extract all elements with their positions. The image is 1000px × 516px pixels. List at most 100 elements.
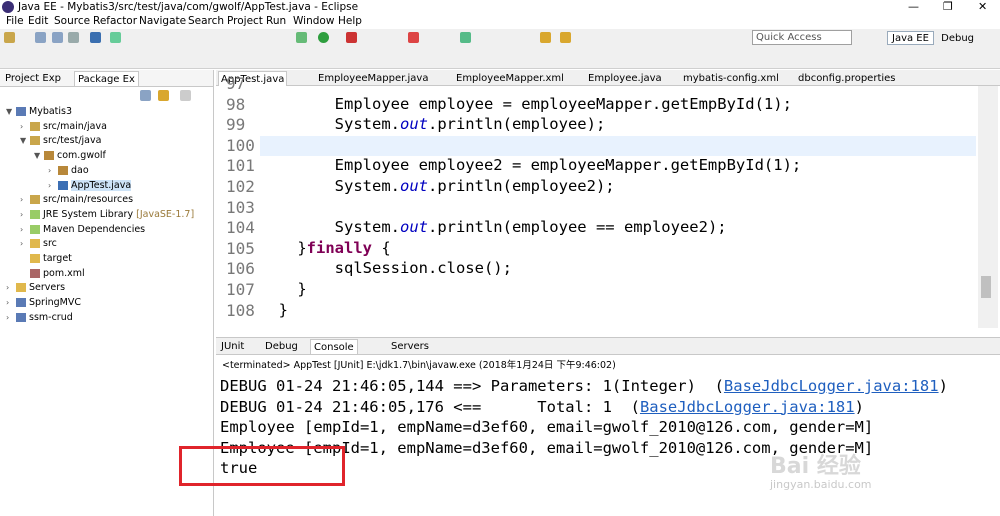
console-link[interactable]: BaseJdbcLogger.java:181: [640, 398, 855, 416]
tab-dbconfig-properties[interactable]: dbconfig.properties: [796, 71, 898, 86]
menu-navigate[interactable]: Navigate: [139, 15, 186, 27]
collapsed-arrow-icon[interactable]: ›: [6, 311, 16, 325]
expanded-arrow-icon[interactable]: ▼: [34, 149, 44, 163]
new-icon[interactable]: [4, 32, 15, 43]
maximize-button[interactable]: ❐: [943, 0, 953, 14]
editor-vertical-scrollbar[interactable]: [978, 86, 998, 328]
collapsed-arrow-icon[interactable]: ›: [20, 237, 30, 251]
collapsed-arrow-icon[interactable]: ›: [20, 223, 30, 237]
expanded-arrow-icon[interactable]: ▼: [20, 134, 30, 148]
tab-employeemapper-xml[interactable]: EmployeeMapper.xml: [454, 71, 566, 86]
terminate-icon[interactable]: [408, 32, 419, 43]
folder-icon: [30, 254, 40, 263]
tree-item[interactable]: › ssm-crud: [6, 311, 73, 325]
tab-project-explorer[interactable]: Project Exp: [2, 71, 64, 86]
folder-icon: [16, 283, 26, 293]
tree-item[interactable]: › Maven Dependencies: [20, 223, 145, 237]
save-icon[interactable]: [35, 32, 46, 43]
menu-refactor[interactable]: Refactor: [93, 15, 137, 27]
tree-item[interactable]: › dao: [48, 164, 89, 178]
collapsed-arrow-icon[interactable]: ›: [20, 193, 30, 207]
print-icon[interactable]: [68, 32, 79, 43]
collapsed-arrow-icon[interactable]: ›: [20, 208, 30, 222]
debug-icon[interactable]: [296, 32, 307, 43]
tab-debug[interactable]: Debug: [262, 339, 301, 354]
tab-package-explorer[interactable]: Package Ex: [74, 71, 139, 86]
console-link[interactable]: BaseJdbcLogger.java:181: [724, 377, 939, 395]
collapsed-arrow-icon[interactable]: ›: [6, 281, 16, 295]
scrollbar-thumb[interactable]: [981, 276, 991, 298]
code-token: }: [260, 300, 288, 319]
collapsed-arrow-icon[interactable]: ›: [48, 164, 58, 178]
code-line[interactable]: Employee employee = employeeMapper.getEm…: [260, 95, 792, 113]
code-line[interactable]: }finally {: [260, 239, 390, 257]
external-tools-icon[interactable]: [346, 32, 357, 43]
open-type-icon[interactable]: [540, 32, 551, 43]
project-icon: [16, 298, 26, 308]
perspective-debug[interactable]: Debug: [937, 32, 978, 46]
package-icon: [58, 165, 68, 175]
code-line[interactable]: System.out.println(employee);: [260, 115, 606, 133]
editor-area: AppTest.java EmployeeMapper.java Employe…: [216, 70, 1000, 336]
collapsed-arrow-icon[interactable]: ›: [20, 120, 30, 134]
tree-item[interactable]: › AppTest.java: [48, 179, 132, 193]
code-token: System.: [260, 218, 400, 237]
tab-servers[interactable]: Servers: [388, 339, 432, 354]
menu-project[interactable]: Project: [227, 15, 263, 27]
quick-access-input[interactable]: Quick Access: [752, 30, 852, 45]
perspective-javaee[interactable]: Java EE: [887, 31, 934, 45]
collapsed-arrow-icon[interactable]: ›: [48, 179, 58, 193]
line-number: 101: [226, 156, 255, 176]
code-line[interactable]: Employee employee2 = employeeMapper.getE…: [260, 156, 802, 174]
code-line[interactable]: sqlSession.close();: [260, 259, 512, 277]
minimize-button[interactable]: —: [908, 0, 919, 14]
tree-item[interactable]: › src/main/java: [20, 120, 107, 134]
run-icon[interactable]: [318, 32, 329, 43]
tree-item[interactable]: pom.xml: [20, 267, 85, 281]
watermark-text: Bai 经验: [770, 454, 861, 479]
expanded-arrow-icon[interactable]: ▼: [6, 105, 16, 119]
tree-item-label: ssm-crud: [29, 311, 73, 323]
collapsed-arrow-icon[interactable]: ›: [6, 296, 16, 310]
tab-employee-java[interactable]: Employee.java: [586, 71, 664, 86]
tree-item[interactable]: ▼ com.gwolf: [34, 149, 106, 163]
tree-item[interactable]: ▼ src/test/java: [20, 134, 101, 148]
tab-employeemapper-java[interactable]: EmployeeMapper.java: [316, 71, 430, 86]
view-menu-icon[interactable]: [180, 90, 191, 101]
menu-run[interactable]: Run: [266, 15, 286, 27]
new-server-icon[interactable]: [460, 32, 471, 43]
tree-item[interactable]: ▼ Mybatis3: [6, 105, 72, 119]
save-all-icon[interactable]: [52, 32, 63, 43]
menu-search[interactable]: Search: [188, 15, 224, 27]
tab-mybatis-config-xml[interactable]: mybatis-config.xml: [681, 71, 781, 86]
tree-item[interactable]: › JRE System Library [JavaSE-1.7]: [20, 208, 194, 222]
link-editor-icon[interactable]: [158, 90, 169, 101]
collapse-all-icon[interactable]: [140, 90, 151, 101]
code-view[interactable]: Employee employee = employeeMapper.getEm…: [260, 86, 976, 328]
tree-item-label: SpringMVC: [29, 297, 81, 309]
search-icon[interactable]: [560, 32, 571, 43]
code-line[interactable]: }: [260, 301, 288, 319]
build-icon[interactable]: [110, 32, 121, 43]
tree-item[interactable]: › Servers: [6, 281, 65, 295]
menu-edit[interactable]: Edit: [28, 15, 48, 27]
console-line: Employee [empId=1, empName=d3ef60, email…: [220, 418, 873, 436]
code-line[interactable]: }: [260, 280, 306, 298]
tab-junit[interactable]: JUnit: [218, 339, 247, 354]
code-token: .println(employee == employee2);: [427, 218, 727, 237]
skip-breakpoints-icon[interactable]: [90, 32, 101, 43]
console-text: ): [938, 377, 948, 395]
tree-item[interactable]: › src/main/resources: [20, 193, 133, 207]
tree-item[interactable]: › src: [20, 237, 57, 251]
line-number: 97: [226, 74, 246, 93]
tree-item[interactable]: target: [20, 252, 72, 266]
menu-source[interactable]: Source: [54, 15, 90, 27]
menu-file[interactable]: File: [6, 15, 24, 27]
menu-window[interactable]: Window: [293, 15, 334, 27]
close-button[interactable]: ✕: [978, 0, 987, 14]
code-line[interactable]: System.out.println(employee == employee2…: [260, 218, 727, 236]
tab-console[interactable]: Console: [310, 339, 358, 354]
code-line[interactable]: System.out.println(employee2);: [260, 177, 615, 195]
menu-help[interactable]: Help: [338, 15, 362, 27]
tree-item[interactable]: › SpringMVC: [6, 296, 81, 310]
